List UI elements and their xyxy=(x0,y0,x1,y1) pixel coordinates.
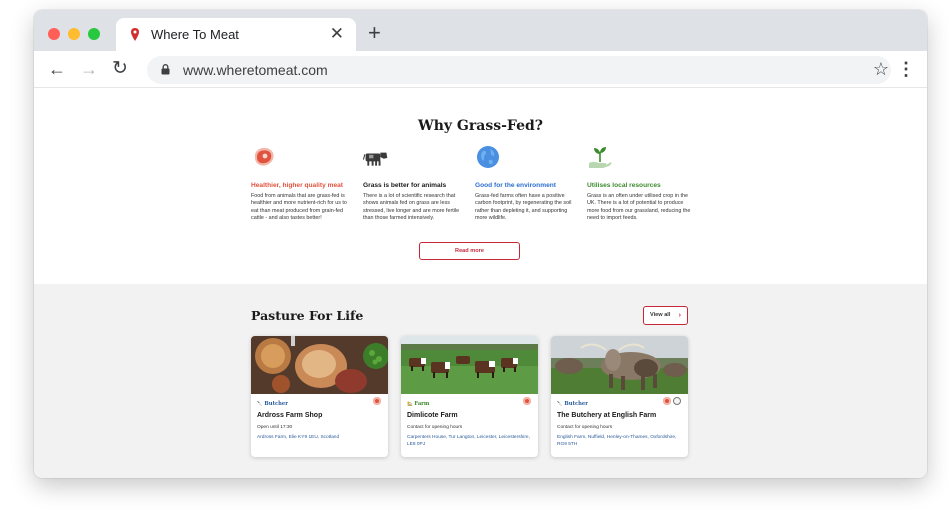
active-tab[interactable]: Where To Meat ✕ xyxy=(116,18,356,51)
feature-healthier: Healthier, higher quality meat Food from… xyxy=(251,144,355,222)
reload-icon[interactable]: ↻ xyxy=(112,58,128,80)
new-tab-button[interactable]: + xyxy=(368,22,381,44)
steak-icon xyxy=(254,147,274,166)
address: Ardross Farm, Elie KY9 1EU, Scotland xyxy=(257,435,340,440)
address: Carpenters House, Tur Langton, Leicester… xyxy=(407,435,530,447)
close-tab-icon[interactable]: ✕ xyxy=(330,24,344,44)
opening-hours: Contact for opening hours xyxy=(557,425,613,430)
feature-animals: Grass is better for animals There is a l… xyxy=(362,144,467,222)
certification-badge-icon xyxy=(673,397,681,405)
badges xyxy=(523,397,531,405)
why-grass-fed-section: Why Grass-Fed? Healthier, higher quality… xyxy=(34,88,927,284)
feature-environment: Good for the environment Grass-fed farms… xyxy=(475,144,579,222)
page-content: Why Grass-Fed? Healthier, higher quality… xyxy=(34,88,927,478)
tab-title: Where To Meat xyxy=(151,27,239,42)
pasture-badge-icon xyxy=(373,397,381,405)
view-all-button[interactable]: View all › xyxy=(643,306,688,325)
address-bar[interactable]: www.wheretomeat.com xyxy=(147,56,891,84)
pasture-badge-icon xyxy=(663,397,671,405)
bookmark-star-icon[interactable]: ☆ xyxy=(873,59,889,79)
tab-bar: Where To Meat ✕ + xyxy=(34,10,927,51)
meat-platter-photo xyxy=(251,336,388,394)
knife-icon: 🔪 xyxy=(557,402,563,407)
card-type: 🔪 Butcher xyxy=(257,401,288,407)
card-title: Ardross Farm Shop xyxy=(257,412,323,419)
listing-card[interactable]: 🔪 Butcher Ardross Farm Shop Open until 1… xyxy=(251,336,388,457)
feature-title: Healthier, higher quality meat xyxy=(251,182,343,189)
cow-icon xyxy=(362,152,388,166)
back-icon[interactable]: ← xyxy=(48,58,66,80)
longhorn-cattle-photo xyxy=(551,336,688,394)
card-title: Dimlicote Farm xyxy=(407,412,458,419)
section-title: Pasture For Life xyxy=(251,308,364,323)
card-type: 🏡 Farm xyxy=(407,401,430,407)
farmhouse-icon: 🏡 xyxy=(407,402,413,407)
globe-icon xyxy=(477,146,499,168)
minimize-window-button[interactable] xyxy=(68,28,80,40)
feature-text: Grass is an often under utilised crop in… xyxy=(587,193,691,221)
cattle-field-photo xyxy=(401,336,538,394)
pasture-for-life-section: Pasture For Life View all › 🔪 Butcher Ar… xyxy=(34,284,927,478)
badges xyxy=(663,397,681,405)
card-title: The Butchery at English Farm xyxy=(557,412,657,419)
feature-text: There is a lot of scientific research th… xyxy=(363,193,460,221)
address: English Farm, Nuffield, Henley-on-Thames… xyxy=(557,435,677,447)
browser-window: Where To Meat ✕ + ← → ↻ www.wheretomeat.… xyxy=(34,10,927,478)
feature-local-resources: Utilises local resources Grass is an oft… xyxy=(587,144,691,222)
feature-text: Grass-fed farms often have a positive ca… xyxy=(475,193,572,221)
forward-icon[interactable]: → xyxy=(80,58,98,80)
menu-icon[interactable]: ⋮ xyxy=(897,60,915,78)
maximize-window-button[interactable] xyxy=(88,28,100,40)
opening-hours: Contact for opening hours xyxy=(407,425,463,430)
feature-title: Good for the environment xyxy=(475,182,556,189)
knife-icon: 🔪 xyxy=(257,402,263,407)
sprout-hand-icon xyxy=(589,147,612,168)
lock-icon xyxy=(161,64,170,75)
section-title: Why Grass-Fed? xyxy=(418,118,543,134)
pasture-badge-icon xyxy=(523,397,531,405)
view-all-label: View all xyxy=(650,312,671,318)
map-pin-icon xyxy=(131,28,139,41)
toolbar: ← → ↻ www.wheretomeat.com ☆ ⋮ xyxy=(34,51,927,88)
card-type: 🔪 Butcher xyxy=(557,401,588,407)
feature-title: Utilises local resources xyxy=(587,182,661,189)
listing-card[interactable]: 🔪 Butcher The Butchery at English Farm C… xyxy=(551,336,688,457)
read-more-button[interactable]: Read more xyxy=(419,242,520,260)
badges xyxy=(373,397,381,405)
feature-text: Food from animals that are grass-fed is … xyxy=(251,193,347,221)
chevron-right-icon: › xyxy=(678,312,681,319)
close-window-button[interactable] xyxy=(48,28,60,40)
listing-card[interactable]: 🏡 Farm Dimlicote Farm Contact for openin… xyxy=(401,336,538,457)
url-text[interactable]: www.wheretomeat.com xyxy=(183,62,328,78)
feature-title: Grass is better for animals xyxy=(363,182,447,189)
opening-hours: Open until 17:30 xyxy=(257,425,293,430)
